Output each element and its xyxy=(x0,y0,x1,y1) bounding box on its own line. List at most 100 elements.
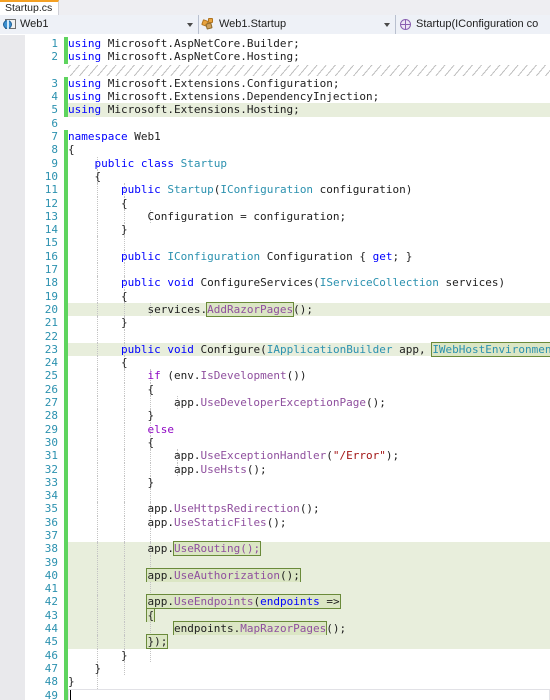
code-text[interactable]: services.AddRazorPages(); xyxy=(68,301,313,317)
code-line[interactable]: 20 services.AddRazorPages(); xyxy=(0,301,550,317)
code-text[interactable]: } xyxy=(68,409,154,422)
code-text[interactable]: namespace Web1 xyxy=(68,130,161,143)
code-line[interactable]: 4 using Microsoft.Extensions.DependencyIn… xyxy=(0,90,550,104)
project-dropdown[interactable]: Web1 xyxy=(0,15,199,34)
code-text[interactable]: } xyxy=(68,649,128,662)
code-line[interactable]: 29 else xyxy=(0,422,550,436)
code-line[interactable]: 10 { xyxy=(0,169,550,184)
indent-guide xyxy=(123,528,125,543)
code-line[interactable]: 17 xyxy=(0,263,550,277)
method-icon xyxy=(399,18,412,31)
code-text[interactable]: app.UseStaticFiles(); xyxy=(68,516,286,529)
code-line[interactable]: 13 Configuration = configuration; xyxy=(0,209,550,224)
code-text[interactable]: { xyxy=(68,383,154,396)
code-line[interactable]: 1 using Microsoft.AspNetCore.Builder; xyxy=(0,37,550,51)
code-text[interactable]: using Microsoft.AspNetCore.Builder; xyxy=(68,37,300,50)
code-line[interactable]: 36 app.UseStaticFiles(); xyxy=(0,515,550,529)
code-text[interactable]: app.UseRouting(); xyxy=(68,541,262,557)
code-line[interactable]: 6 xyxy=(0,117,550,130)
collapsed-region-band[interactable] xyxy=(0,64,550,77)
code-line[interactable]: 38 app.UseRouting(); xyxy=(0,541,550,557)
code-line[interactable]: 9 public class Startup xyxy=(0,156,550,170)
line-number: 13 xyxy=(44,209,58,223)
code-line[interactable]: 34 xyxy=(0,489,550,503)
chevron-down-icon[interactable] xyxy=(187,23,193,27)
code-line[interactable]: 42 app.UseEndpoints(endpoints => xyxy=(0,594,550,610)
document-tab-startup-cs[interactable]: Startup.cs xyxy=(0,0,60,15)
code-line[interactable]: 16 public IConfiguration Configuration {… xyxy=(0,249,550,264)
code-line[interactable]: 25 if (env.IsDevelopment()) xyxy=(0,369,550,383)
code-text[interactable]: } xyxy=(68,316,128,329)
code-text[interactable]: else xyxy=(68,423,174,436)
code-text[interactable]: { xyxy=(68,607,156,623)
code-text[interactable]: app.UseHttpsRedirection(); xyxy=(68,502,319,515)
code-line[interactable]: 27 app.UseDeveloperExceptionPage(); xyxy=(0,396,550,410)
code-line[interactable]: 7 namespace Web1 xyxy=(0,130,550,144)
code-line[interactable]: 41 xyxy=(0,582,550,596)
code-text[interactable]: using Microsoft.Extensions.DependencyInj… xyxy=(68,90,379,103)
code-line[interactable]: 26 { xyxy=(0,382,550,397)
chevron-down-icon[interactable] xyxy=(384,23,390,27)
code-text[interactable]: public Startup(IConfiguration configurat… xyxy=(68,183,412,196)
code-editor-surface[interactable]: 1 using Microsoft.AspNetCore.Builder; 2 usi… xyxy=(0,35,550,700)
code-text[interactable]: public IConfiguration Configuration { ge… xyxy=(68,250,412,263)
code-line[interactable]: 44 endpoints.MapRazorPages(); xyxy=(0,621,550,637)
code-line[interactable]: 21 } xyxy=(0,316,550,330)
code-line[interactable]: 33 } xyxy=(0,475,550,490)
code-line[interactable]: 19 { xyxy=(0,289,550,303)
code-text[interactable]: public void Configure(IApplicationBuilde… xyxy=(68,341,550,357)
code-text[interactable]: if (env.IsDevelopment()) xyxy=(68,369,306,382)
code-line[interactable]: 8{ xyxy=(0,143,550,157)
code-line[interactable]: 2 using Microsoft.AspNetCore.Hosting; xyxy=(0,50,550,64)
code-line[interactable]: 47 } xyxy=(0,661,550,676)
code-line[interactable]: 49 xyxy=(0,688,550,700)
code-text[interactable]: }); xyxy=(68,634,169,650)
code-text[interactable]: app.UseExceptionHandler("/Error"); xyxy=(68,449,399,462)
code-line[interactable]: 5 using Microsoft.Extensions.Hosting; xyxy=(0,103,550,117)
code-line[interactable]: 24 { xyxy=(0,356,550,370)
code-text[interactable]: { xyxy=(68,436,154,449)
code-text[interactable]: { xyxy=(68,197,128,210)
code-line[interactable]: 32 app.UseHsts(); xyxy=(0,462,550,476)
code-text[interactable]: } xyxy=(68,662,101,675)
code-line[interactable]: 28 } xyxy=(0,409,550,423)
code-text[interactable]: app.UseAuthorization(); xyxy=(68,567,301,583)
code-text[interactable]: { xyxy=(68,356,128,369)
code-line[interactable]: 40 app.UseAuthorization(); xyxy=(0,567,550,583)
code-line[interactable]: 3 using Microsoft.Extensions.Configuratio… xyxy=(0,76,550,91)
code-text[interactable]: using Microsoft.Extensions.Hosting; xyxy=(68,103,300,116)
code-line[interactable]: 18 public void ConfigureServices(IServic… xyxy=(0,276,550,290)
code-line[interactable]: 15 xyxy=(0,236,550,250)
code-text[interactable]: using Microsoft.AspNetCore.Hosting; xyxy=(68,50,300,63)
code-line[interactable]: 31 app.UseExceptionHandler("/Error"); xyxy=(0,449,550,463)
code-text[interactable]: app.UseHsts(); xyxy=(68,463,267,476)
code-line[interactable]: 23 public void Configure(IApplicationBui… xyxy=(0,341,550,357)
code-text[interactable]: { xyxy=(68,170,101,183)
code-line[interactable]: 30 { xyxy=(0,435,550,450)
code-text[interactable]: app.UseDeveloperExceptionPage(); xyxy=(68,396,386,409)
code-line[interactable]: 14 } xyxy=(0,223,550,237)
code-text[interactable]: { xyxy=(68,290,128,303)
member-dropdown[interactable]: Startup(IConfiguration co xyxy=(396,15,550,34)
code-line[interactable]: 43 { xyxy=(0,607,550,623)
code-text[interactable]: public void ConfigureServices(IServiceCo… xyxy=(68,276,505,289)
code-text[interactable]: } xyxy=(68,476,154,489)
code-text[interactable]: } xyxy=(68,223,128,236)
type-dropdown[interactable]: Web1.Startup xyxy=(199,15,396,34)
code-line[interactable]: 35 app.UseHttpsRedirection(); xyxy=(0,502,550,516)
code-line[interactable]: 37 xyxy=(0,528,550,543)
code-line[interactable]: 11 public Startup(IConfiguration configu… xyxy=(0,183,550,197)
code-text[interactable]: endpoints.MapRazorPages(); xyxy=(68,621,346,637)
code-line[interactable]: 45 }); xyxy=(0,634,550,650)
code-text[interactable]: { xyxy=(68,143,75,156)
code-text[interactable]: Configuration = configuration; xyxy=(68,210,346,223)
code-line[interactable]: 46 } xyxy=(0,648,550,662)
code-line[interactable]: 12 { xyxy=(0,196,550,210)
code-text[interactable]: using Microsoft.Extensions.Configuration… xyxy=(68,77,340,90)
code-text[interactable]: } xyxy=(68,675,75,688)
code-line[interactable]: 48} xyxy=(0,675,550,689)
code-text[interactable]: public class Startup xyxy=(68,157,227,170)
code-line[interactable]: 22 xyxy=(0,329,550,343)
code-line[interactable]: 39 xyxy=(0,555,550,569)
code-text[interactable]: app.UseEndpoints(endpoints => xyxy=(68,594,341,610)
